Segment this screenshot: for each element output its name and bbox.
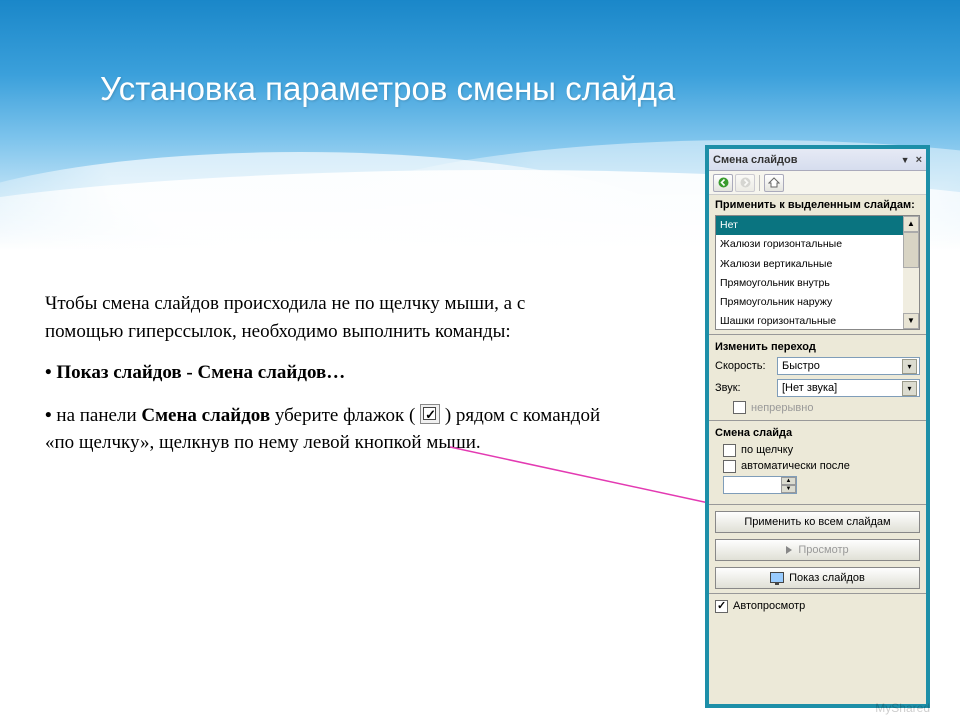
sound-dropdown[interactable]: [Нет звука] ▾ xyxy=(777,379,920,397)
time-spinner[interactable]: ▲▼ xyxy=(723,476,797,494)
speed-label: Скорость: xyxy=(715,360,771,372)
scrollbar[interactable]: ▲ ▼ xyxy=(903,216,919,329)
loop-checkbox xyxy=(733,401,746,414)
autopreview-row: Автопросмотр xyxy=(709,596,926,617)
modify-section: Изменить переход Скорость: Быстро ▾ Звук… xyxy=(709,337,926,418)
slideshow-button[interactable]: Показ слайдов xyxy=(715,567,920,589)
scroll-thumb[interactable] xyxy=(903,232,919,268)
chevron-down-icon[interactable]: ▼ xyxy=(901,155,910,165)
bullet-item: на панели Смена слайдов уберите флажок (… xyxy=(45,401,605,457)
section-label: Смена слайда xyxy=(715,427,920,440)
auto-after-row: автоматически после xyxy=(723,460,920,473)
on-click-checkbox[interactable] xyxy=(723,444,736,457)
scroll-track[interactable] xyxy=(903,232,919,313)
speed-dropdown[interactable]: Быстро ▾ xyxy=(777,357,920,375)
button-label: Показ слайдов xyxy=(789,572,865,584)
loop-label: непрерывно xyxy=(751,402,813,414)
on-click-row: по щелчку xyxy=(723,444,920,457)
on-click-label: по щелчку xyxy=(741,444,793,456)
task-pane: Смена слайдов ▼ × Применить к выделенным… xyxy=(705,145,930,708)
paragraph: Чтобы смена слайдов происходила не по ще… xyxy=(45,290,605,345)
chevron-down-icon[interactable]: ▾ xyxy=(902,359,917,374)
dropdown-value: Быстро xyxy=(782,360,820,372)
scroll-up-icon[interactable]: ▲ xyxy=(903,216,919,232)
button-label: Просмотр xyxy=(798,544,848,556)
text: уберите флажок ( xyxy=(270,405,420,426)
close-icon[interactable]: × xyxy=(916,154,922,166)
pane-nav xyxy=(709,171,926,195)
section-label: Изменить переход xyxy=(715,341,920,354)
bullet-item: Показ слайдов - Смена слайдов… xyxy=(45,359,605,387)
advance-section: Смена слайда по щелчку автоматически пос… xyxy=(709,423,926,501)
autopreview-label: Автопросмотр xyxy=(733,600,805,612)
auto-after-label: автоматически после xyxy=(741,460,850,472)
list-items: Нет Жалюзи горизонтальные Жалюзи вертика… xyxy=(716,216,903,329)
body-text: Чтобы смена слайдов происходила не по ще… xyxy=(45,290,605,471)
preview-button[interactable]: Просмотр xyxy=(715,539,920,561)
divider xyxy=(709,593,926,594)
checkbox-illustration-icon xyxy=(420,404,440,424)
nav-home-button[interactable] xyxy=(764,174,784,192)
divider xyxy=(709,334,926,335)
list-item[interactable]: Жалюзи горизонтальные xyxy=(716,235,903,254)
slide-title: Установка параметров смены слайда xyxy=(100,70,720,108)
text-bold: Смена слайдов xyxy=(141,405,270,426)
auto-after-checkbox[interactable] xyxy=(723,460,736,473)
nav-forward-button[interactable] xyxy=(735,174,755,192)
divider xyxy=(709,504,926,505)
play-icon xyxy=(786,546,792,554)
scroll-down-icon[interactable]: ▼ xyxy=(903,313,919,329)
watermark: MyShared xyxy=(875,701,930,715)
list-item[interactable]: Шашки горизонтальные xyxy=(716,312,903,329)
list-item[interactable]: Нет xyxy=(716,216,903,235)
sound-label: Звук: xyxy=(715,382,771,394)
nav-back-button[interactable] xyxy=(713,174,733,192)
sound-row: Звук: [Нет звука] ▾ xyxy=(715,379,920,397)
apply-section: Применить к выделенным слайдам: Нет Жалю… xyxy=(709,195,926,332)
pane-title: Смена слайдов xyxy=(713,154,901,166)
list-item[interactable]: Прямоугольник наружу xyxy=(716,293,903,312)
list-item[interactable]: Прямоугольник внутрь xyxy=(716,274,903,293)
section-label: Применить к выделенным слайдам: xyxy=(715,199,920,212)
divider xyxy=(709,420,926,421)
text: на панели xyxy=(56,405,141,426)
dropdown-value: [Нет звука] xyxy=(782,382,837,394)
separator xyxy=(759,175,760,191)
pane-titlebar: Смена слайдов ▼ × xyxy=(709,149,926,171)
screen-icon xyxy=(770,572,784,583)
autopreview-checkbox[interactable] xyxy=(715,600,728,613)
chevron-down-icon[interactable]: ▾ xyxy=(902,381,917,396)
list-item[interactable]: Жалюзи вертикальные xyxy=(716,255,903,274)
spinner-buttons[interactable]: ▲▼ xyxy=(781,477,796,493)
apply-all-button[interactable]: Применить ко всем слайдам xyxy=(715,511,920,533)
loop-checkbox-row: непрерывно xyxy=(733,401,920,414)
speed-row: Скорость: Быстро ▾ xyxy=(715,357,920,375)
transition-listbox[interactable]: Нет Жалюзи горизонтальные Жалюзи вертика… xyxy=(715,215,920,330)
